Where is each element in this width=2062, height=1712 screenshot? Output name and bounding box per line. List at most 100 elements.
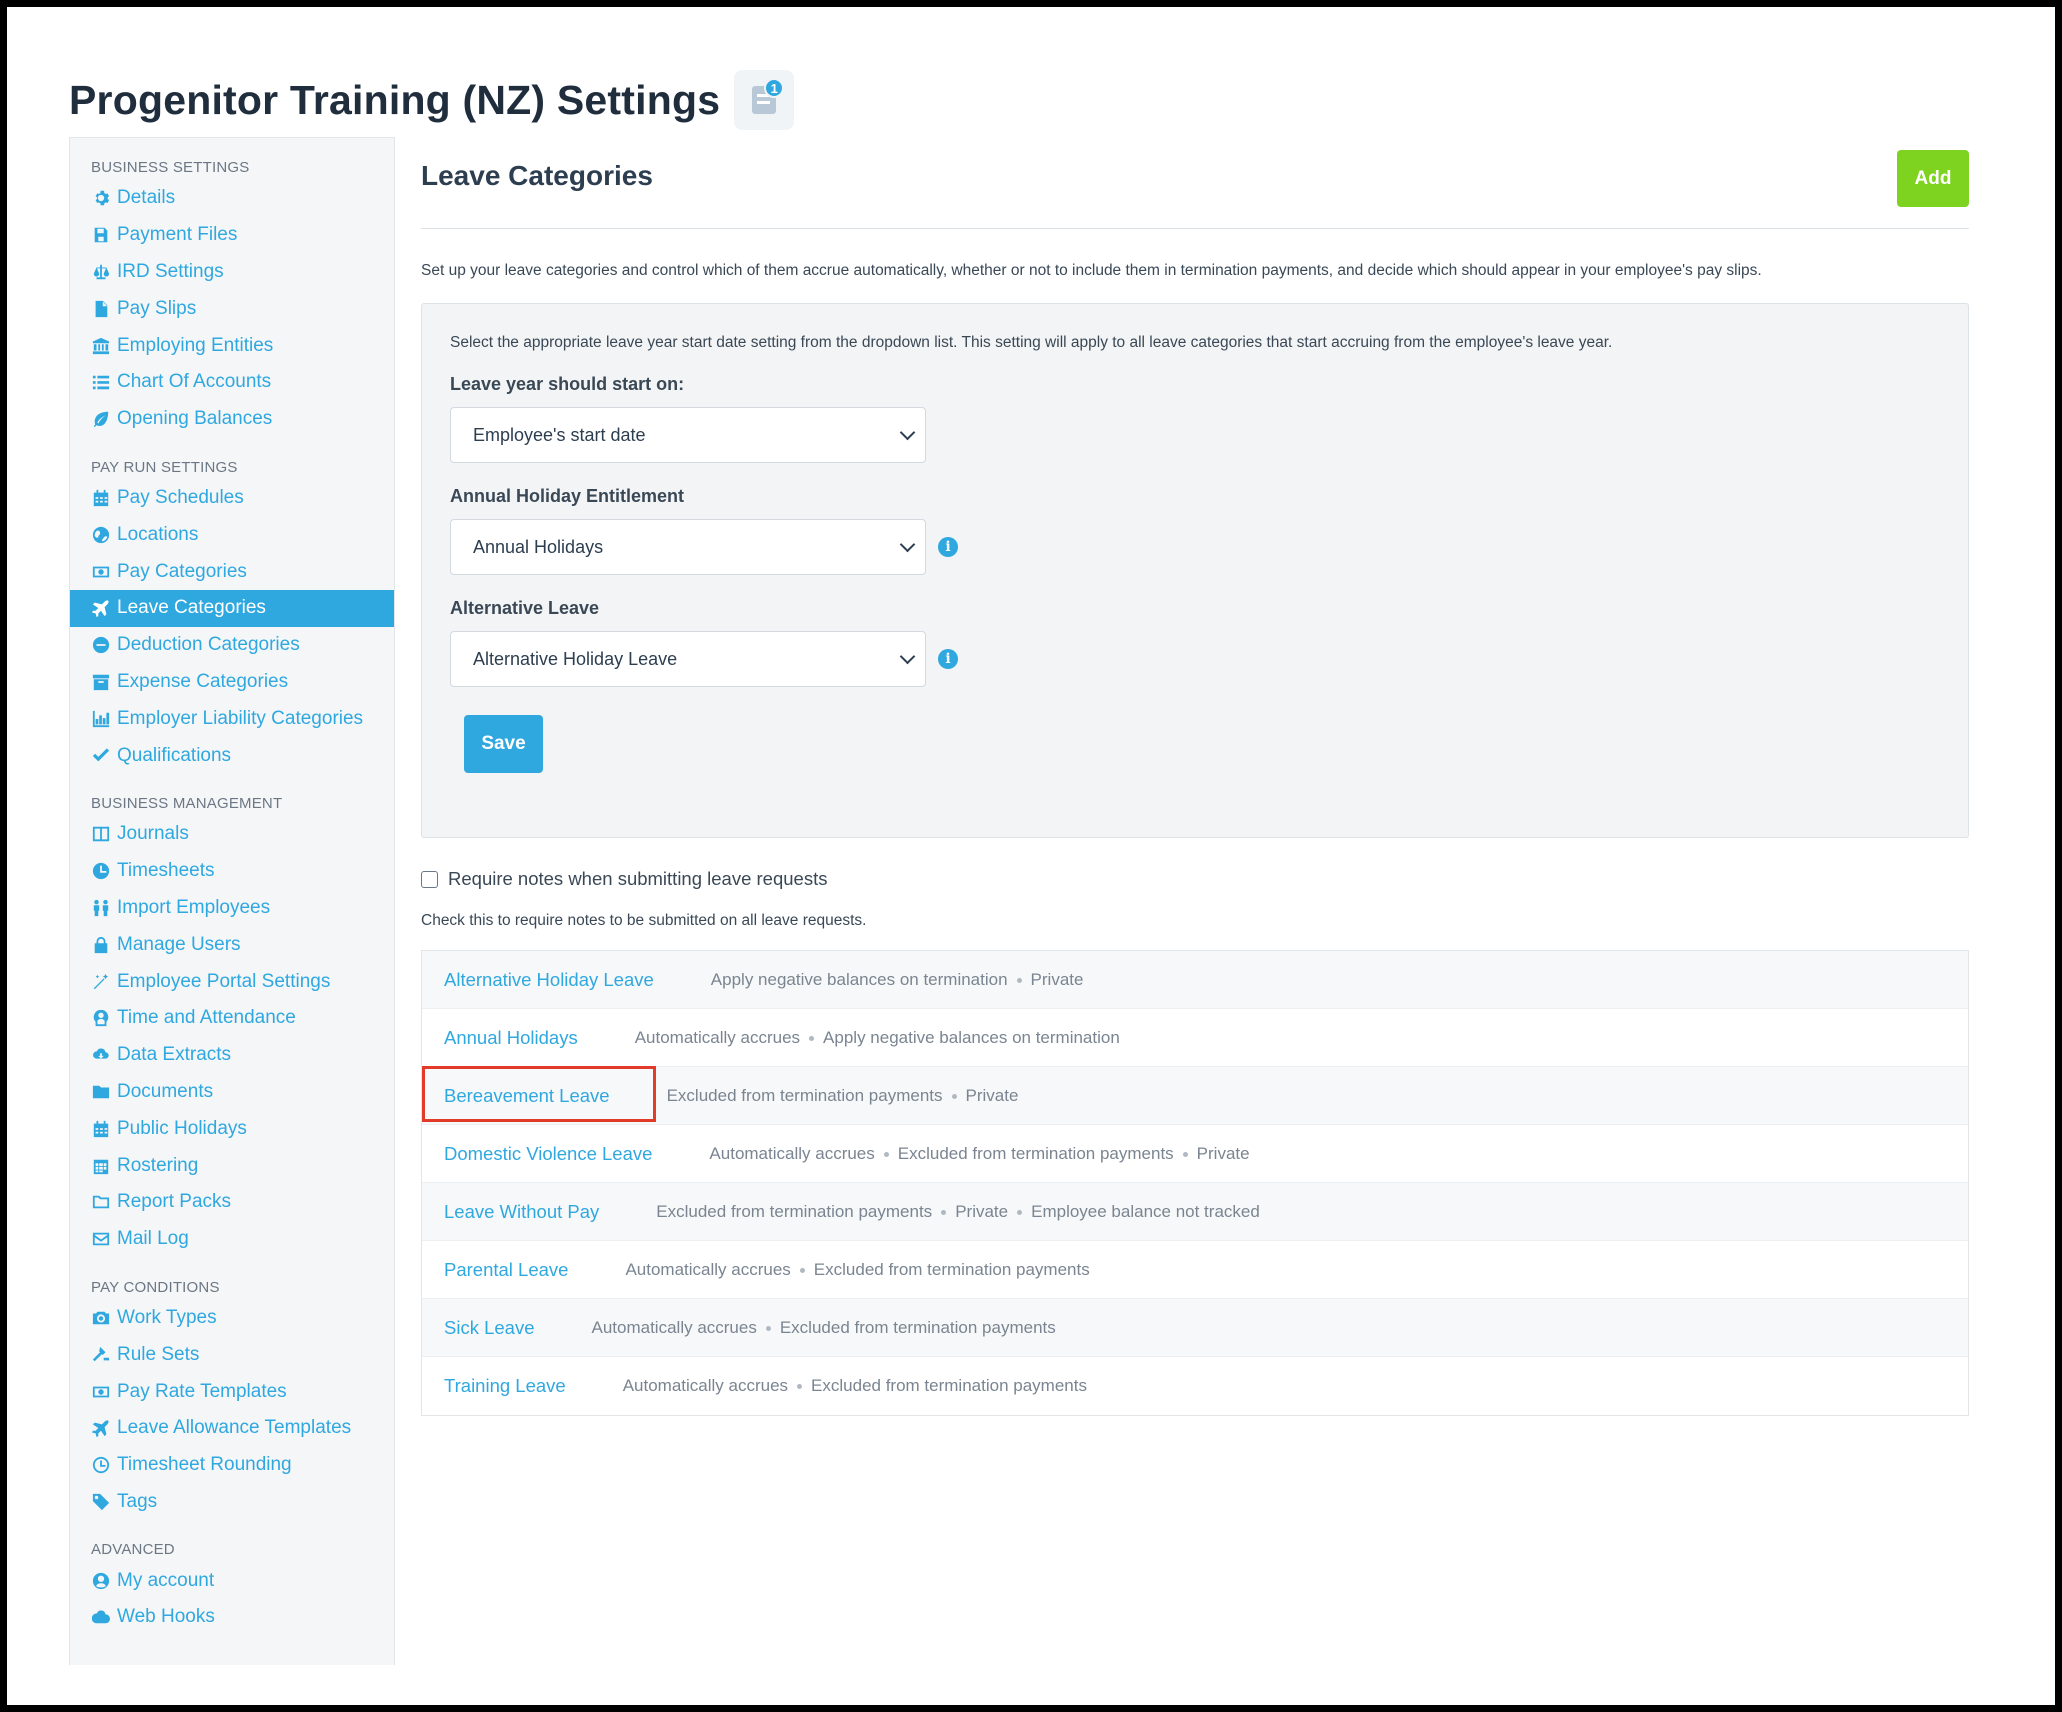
notifications-button[interactable]: 1 (734, 70, 795, 130)
leave-year-select[interactable]: Employee's start date (450, 407, 926, 463)
camera-icon (91, 1308, 111, 1328)
file-icon (91, 299, 111, 319)
sidebar-item-mail-log[interactable]: Mail Log (70, 1221, 394, 1258)
scale-icon (91, 262, 111, 282)
sidebar-item-label: Time and Attendance (117, 1007, 296, 1029)
sidebar-item-time-and-attendance[interactable]: Time and Attendance (70, 1000, 394, 1037)
main-header: Leave Categories Add (421, 137, 1969, 229)
sidebar-item-employee-portal-settings[interactable]: Employee Portal Settings (70, 963, 394, 1000)
sidebar-item-label: Mail Log (117, 1228, 189, 1250)
save-button[interactable]: Save (464, 715, 543, 773)
folder-icon (91, 1082, 111, 1102)
section-title: Leave Categories (421, 160, 653, 191)
alternative-leave-select[interactable]: Alternative Holiday Leave (450, 631, 926, 687)
sidebar-item-expense-categories[interactable]: Expense Categories (70, 664, 394, 701)
require-notes-help: Check this to require notes to be submit… (421, 912, 867, 929)
sidebar-item-details[interactable]: Details (70, 180, 394, 217)
sidebar-item-documents[interactable]: Documents (70, 1074, 394, 1111)
leave-category-link[interactable]: Parental Leave (444, 1259, 568, 1281)
sidebar-item-ird-settings[interactable]: IRD Settings (70, 254, 394, 291)
envelope-icon (91, 1229, 111, 1249)
separator-dot (1017, 1209, 1023, 1215)
sidebar-item-manage-users[interactable]: Manage Users (70, 926, 394, 963)
page-title: Progenitor Training (NZ) Settings (69, 76, 721, 123)
bar-chart-icon (91, 709, 111, 729)
sidebar-item-label: Work Types (117, 1306, 217, 1328)
sidebar-item-pay-categories[interactable]: Pay Categories (70, 553, 394, 590)
leave-category-link[interactable]: Training Leave (444, 1375, 566, 1397)
sidebar-item-leave-categories[interactable]: Leave Categories (70, 589, 394, 627)
sidebar-item-rostering[interactable]: Rostering (70, 1147, 394, 1184)
require-notes-label[interactable]: Require notes when submitting leave requ… (448, 868, 827, 890)
sidebar-item-payment-files[interactable]: Payment Files (70, 217, 394, 254)
leave-category-attribute: Private (1030, 969, 1084, 989)
sidebar-item-report-packs[interactable]: Report Packs (70, 1184, 394, 1221)
leave-category-row: Parental Leave Automatically accrues Exclu… (422, 1241, 1968, 1299)
sidebar-item-label: Leave Categories (117, 597, 266, 619)
sidebar-item-import-employees[interactable]: Import Employees (70, 890, 394, 927)
sidebar-item-label: Web Hooks (117, 1606, 215, 1628)
leave-year-settings-panel: Select the appropriate leave year start … (421, 303, 1969, 838)
sidebar-item-public-holidays[interactable]: Public Holidays (70, 1110, 394, 1147)
sidebar-item-journals[interactable]: Journals (70, 816, 394, 853)
leave-category-link[interactable]: Sick Leave (444, 1317, 535, 1339)
leave-category-attribute: Excluded from termination payments (813, 1259, 1090, 1279)
sidebar-item-timesheet-rounding[interactable]: Timesheet Rounding (70, 1447, 394, 1484)
leave-year-label: Leave year should start on: (450, 374, 685, 394)
leave-category-attribute: Private (965, 1085, 1019, 1105)
leaf-icon (91, 409, 111, 429)
sidebar-item-pay-rate-templates[interactable]: Pay Rate Templates (70, 1373, 394, 1410)
money-icon (91, 1382, 111, 1402)
plane-icon (91, 1418, 111, 1438)
annual-holiday-select[interactable]: Annual Holidays (450, 519, 926, 575)
separator-dot (883, 1151, 889, 1157)
sidebar-item-pay-slips[interactable]: Pay Slips (70, 290, 394, 327)
leave-category-attributes: Excluded from termination payments Privat… (656, 1202, 1260, 1222)
main-content: Leave Categories Add Set up your leave c… (421, 137, 1969, 1416)
sidebar-item-my-account[interactable]: My account (70, 1562, 394, 1599)
separator-dot (1016, 977, 1022, 983)
leave-category-attributes: Apply negative balances on termination Pr… (711, 970, 1084, 990)
leave-category-link[interactable]: Alternative Holiday Leave (444, 969, 654, 991)
sidebar-item-label: Locations (117, 523, 199, 545)
sidebar-item-timesheets[interactable]: Timesheets (70, 853, 394, 890)
add-button[interactable]: Add (1897, 150, 1969, 207)
sidebar-item-locations[interactable]: Locations (70, 516, 394, 553)
leave-category-link[interactable]: Annual Holidays (444, 1027, 578, 1049)
cloud-icon (91, 1607, 111, 1627)
leave-category-link[interactable]: Domestic Violence Leave (444, 1143, 652, 1165)
sidebar-item-opening-balances[interactable]: Opening Balances (70, 401, 394, 438)
sidebar-item-chart-of-accounts[interactable]: Chart Of Accounts (70, 364, 394, 401)
sidebar-item-web-hooks[interactable]: Web Hooks (70, 1599, 394, 1636)
sidebar-item-qualifications[interactable]: Qualifications (70, 737, 394, 774)
sidebar-item-work-types[interactable]: Work Types (70, 1300, 394, 1337)
sidebar-item-label: Timesheets (117, 860, 215, 882)
info-icon[interactable]: i (938, 649, 958, 669)
sidebar-item-label: Details (117, 187, 176, 209)
sidebar-item-label: Public Holidays (117, 1117, 247, 1139)
leave-category-attribute: Private (1196, 1143, 1250, 1163)
leave-category-attribute: Excluded from termination payments (656, 1201, 933, 1221)
annual-holiday-select-value: Annual Holidays (473, 536, 604, 557)
info-icon[interactable]: i (938, 537, 958, 557)
alternative-leave-select-value: Alternative Holiday Leave (473, 648, 678, 669)
sidebar-item-label: Documents (117, 1080, 214, 1102)
leave-category-link[interactable]: Leave Without Pay (444, 1201, 599, 1223)
sidebar-item-label: Manage Users (117, 933, 241, 955)
sidebar-item-deduction-categories[interactable]: Deduction Categories (70, 627, 394, 664)
sidebar-item-tags[interactable]: Tags (70, 1484, 394, 1521)
sidebar-item-rule-sets[interactable]: Rule Sets (70, 1336, 394, 1373)
leave-category-attribute: Automatically accrues (709, 1143, 875, 1163)
leave-categories-list: Alternative Holiday Leave Apply negative … (421, 950, 1969, 1416)
sidebar-item-employer-liability-categories[interactable]: Employer Liability Categories (70, 700, 394, 737)
sidebar-item-pay-schedules[interactable]: Pay Schedules (70, 480, 394, 517)
separator-dot (797, 1384, 803, 1390)
require-notes-row: Require notes when submitting leave requ… (421, 868, 1969, 890)
sidebar-item-data-extracts[interactable]: Data Extracts (70, 1037, 394, 1074)
sidebar-item-leave-allowance-templates[interactable]: Leave Allowance Templates (70, 1410, 394, 1447)
calendar-grid-icon (91, 1156, 111, 1176)
require-notes-checkbox[interactable] (421, 870, 438, 888)
notification-count-badge: 1 (764, 78, 785, 98)
sidebar-item-employing-entities[interactable]: Employing Entities (70, 327, 394, 364)
chevron-down-icon (899, 424, 916, 440)
